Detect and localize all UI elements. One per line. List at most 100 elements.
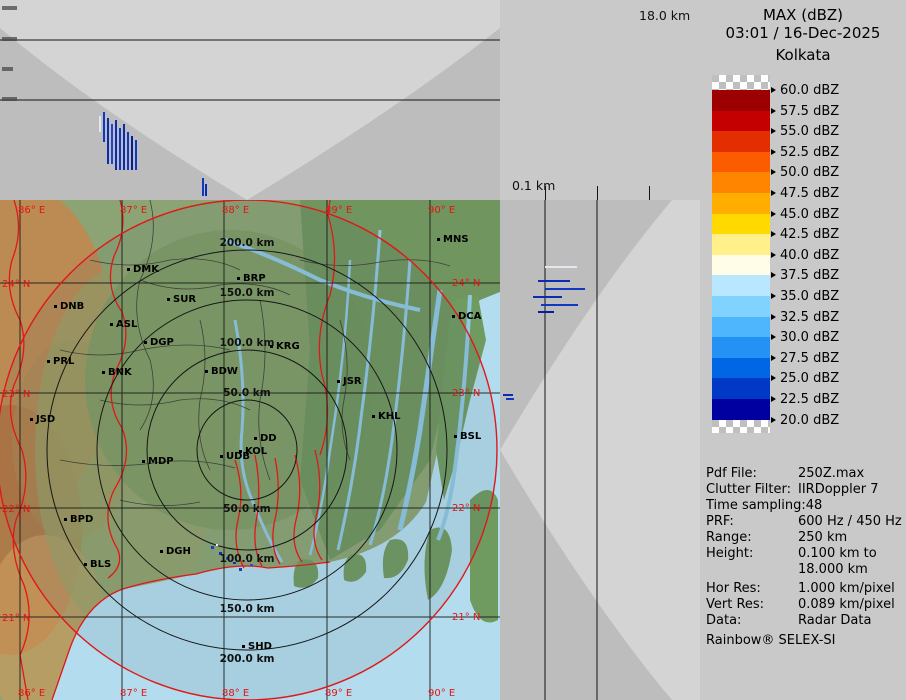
scale-band	[712, 90, 770, 111]
height-axis-tick	[545, 186, 546, 200]
scale-row: 60.0 dBZ	[771, 82, 839, 98]
scale-tick-icon	[771, 211, 776, 217]
svg-text:200.0 km: 200.0 km	[220, 237, 275, 249]
scale-row: 22.5 dBZ	[771, 391, 839, 407]
svg-text:200.0 km: 200.0 km	[220, 653, 275, 665]
scale-value: 32.5 dBZ	[780, 310, 839, 325]
scale-row: 27.5 dBZ	[771, 350, 839, 366]
station-name: Kolkata	[700, 46, 906, 64]
scale-value: 45.0 dBZ	[780, 207, 839, 222]
scale-band	[712, 131, 770, 152]
city-dot	[337, 380, 340, 383]
scale-value: 35.0 dBZ	[780, 289, 839, 304]
svg-text:100.0 km: 100.0 km	[220, 553, 275, 565]
svg-text:23° N: 23° N	[2, 389, 30, 400]
scale-tick-icon	[771, 293, 776, 299]
meta-row: Pdf File:250Z.max	[706, 466, 904, 482]
scale-tick-icon	[771, 396, 776, 402]
city-dot	[242, 645, 245, 648]
scale-band	[712, 111, 770, 132]
scale-value: 40.0 dBZ	[780, 248, 839, 263]
scale-row: 45.0 dBZ	[771, 206, 839, 222]
height-axis-tick	[597, 186, 598, 200]
scale-row: 40.0 dBZ	[771, 247, 839, 263]
scale-value: 52.5 dBZ	[780, 145, 839, 160]
scale-row: 25.0 dBZ	[771, 370, 839, 386]
height-axis-max-label: 18.0 km	[639, 8, 690, 23]
scale-tick-icon	[771, 375, 776, 381]
ew-profile-panel	[0, 0, 500, 200]
scale-tick-icon	[771, 108, 776, 114]
city-dot	[144, 341, 147, 344]
scale-value: 60.0 dBZ	[780, 83, 839, 98]
city-label: DMK	[133, 264, 160, 275]
city-label: BSL	[460, 431, 482, 442]
scale-value: 42.5 dBZ	[780, 227, 839, 242]
city-dot	[142, 460, 145, 463]
scale-band	[712, 358, 770, 379]
ns-profile-panel	[500, 200, 700, 700]
city-label: DGP	[150, 337, 174, 348]
scale-row: 57.5 dBZ	[771, 103, 839, 119]
scale-tick-icon	[771, 252, 776, 258]
svg-text:86° E: 86° E	[18, 688, 45, 699]
scale-overflow-bottom	[712, 420, 770, 433]
scale-tick-icon	[771, 272, 776, 278]
city-dot	[437, 238, 440, 241]
svg-text:89° E: 89° E	[325, 205, 352, 216]
scale-band	[712, 378, 770, 399]
city-label: BRP	[243, 273, 266, 284]
scale-tick-icon	[771, 314, 776, 320]
scale-value: 27.5 dBZ	[780, 351, 839, 366]
scale-row: 50.0 dBZ	[771, 164, 839, 180]
scale-tick-icon	[771, 169, 776, 175]
scale-value: 20.0 dBZ	[780, 413, 839, 428]
city-label: DNB	[60, 301, 84, 312]
city-dot	[205, 370, 208, 373]
svg-text:87° E: 87° E	[120, 688, 147, 699]
scale-band	[712, 214, 770, 235]
svg-text:86° E: 86° E	[18, 205, 45, 216]
scale-row: 32.5 dBZ	[771, 309, 839, 325]
scale-row: 42.5 dBZ	[771, 226, 839, 242]
scale-tick-icon	[771, 231, 776, 237]
scale-tick-icon	[771, 334, 776, 340]
scale-tick-icon	[771, 87, 776, 93]
scale-row: 35.0 dBZ	[771, 288, 839, 304]
city-label: DCA	[458, 311, 482, 322]
svg-text:23° N: 23° N	[452, 388, 480, 399]
scale-row: 20.0 dBZ	[771, 412, 839, 428]
ew-profile-graphic	[0, 0, 500, 200]
city-label: BNK	[108, 367, 133, 378]
scale-tick-icon	[771, 417, 776, 423]
scale-band	[712, 399, 770, 420]
city-label: JSR	[342, 376, 362, 387]
svg-text:24° N: 24° N	[452, 278, 480, 289]
city-label: BDW	[211, 366, 238, 377]
svg-text:90° E: 90° E	[428, 205, 455, 216]
scale-row: 47.5 dBZ	[771, 185, 839, 201]
svg-text:24° N: 24° N	[2, 279, 30, 290]
svg-text:88° E: 88° E	[222, 688, 249, 699]
product-metadata: Pdf File:250Z.max Clutter Filter:IIRDopp…	[706, 466, 904, 649]
svg-text:90° E: 90° E	[428, 688, 455, 699]
city-label: SHD	[248, 641, 272, 652]
city-dot	[167, 298, 170, 301]
city-dot	[102, 371, 105, 374]
svg-text:89° E: 89° E	[325, 688, 352, 699]
city-dot	[47, 360, 50, 363]
city-label: KRG	[276, 341, 300, 352]
scale-value: 47.5 dBZ	[780, 186, 839, 201]
city-dot	[110, 323, 113, 326]
svg-text:87° E: 87° E	[120, 205, 147, 216]
radar-product-screen: { "header": { "title": "MAX (dBZ)", "dat…	[0, 0, 906, 700]
city-label: ASL	[116, 319, 138, 330]
svg-text:22° N: 22° N	[2, 504, 30, 515]
software-branding: Rainbow® SELEX-SI	[706, 633, 904, 649]
city-dot	[64, 518, 67, 521]
scale-row: 52.5 dBZ	[771, 144, 839, 160]
city-label: UDB	[226, 451, 250, 462]
scale-band	[712, 234, 770, 255]
scale-overflow-top	[712, 75, 770, 90]
city-label: JSD	[35, 414, 55, 425]
